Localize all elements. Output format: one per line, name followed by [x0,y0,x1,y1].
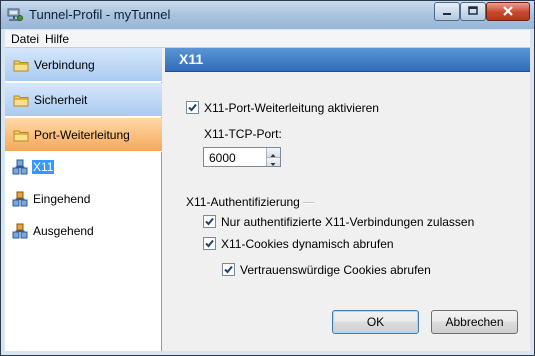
checkmark-icon [188,103,197,112]
dynamic-cookies-checkbox[interactable] [203,237,216,250]
port-stepper[interactable]: 6000 [203,147,281,167]
folder-icon [13,129,29,145]
close-button[interactable] [486,2,530,21]
network-plug-icon [12,159,28,178]
port-value[interactable]: 6000 [209,151,236,165]
chevron-down-icon [270,163,276,166]
enable-x11-forwarding-checkbox[interactable] [186,101,199,114]
network-drive-icon [7,7,23,23]
folder-icon [13,94,29,110]
sidebar-item-ausgehend[interactable]: Ausgehend [5,219,162,243]
auth-group-label: X11-Authentifizierung [186,195,303,209]
port-label: X11-TCP-Port: [204,127,282,141]
minimize-icon [443,13,451,15]
sidebar-item-eingehend[interactable]: Eingehend [5,187,162,211]
checkmark-icon [205,239,214,248]
only-authenticated-checkbox[interactable] [203,215,216,228]
window-title: Tunnel-Profil - myTunnel [29,7,171,22]
sidebar-item-label: Ausgehend [33,224,94,238]
trusted-cookies-label: Vertrauenswürdige Cookies abrufen [240,263,431,277]
menu-datei[interactable]: Datei [11,32,39,46]
panel-title: X11 [179,51,204,67]
folder-icon [13,59,29,75]
dialog-window: Tunnel-Profil - myTunnel Datei Hilfe Ver… [0,0,535,356]
sidebar-category-label: Port-Weiterleitung [34,128,130,142]
menu-hilfe[interactable]: Hilfe [45,32,69,46]
cancel-button[interactable]: Abbrechen [431,310,518,334]
increment-button[interactable] [266,148,280,157]
settings-panel: X11 X11-Port-Weiterleitung aktivieren X1… [165,48,530,351]
enable-x11-forwarding-label: X11-Port-Weiterleitung aktivieren [204,101,379,115]
sidebar-category-port-weiterleitung[interactable]: Port-Weiterleitung [5,118,162,152]
sidebar-item-label: X11 [32,160,55,174]
minimize-button[interactable] [434,2,460,21]
sidebar-item-x11[interactable]: X11 [5,155,162,179]
checkmark-icon [205,217,214,226]
dialog-client-area: Verbindung Sicherheit Port-Weiterleitung… [5,48,530,351]
sidebar-item-label: Eingehend [33,192,91,206]
only-authenticated-label: Nur authentifizierte X11-Verbindungen zu… [221,215,475,229]
sidebar-category-verbindung[interactable]: Verbindung [5,48,162,82]
decrement-button[interactable] [266,157,280,166]
ok-button[interactable]: OK [332,310,419,334]
network-plug-icon [12,191,28,210]
trusted-cookies-checkbox[interactable] [222,263,235,276]
checkmark-icon [224,265,233,274]
maximize-button[interactable] [460,2,486,21]
network-plug-icon [12,223,28,242]
sidebar-category-label: Verbindung [34,58,95,72]
close-icon [503,6,513,16]
menu-bar: Datei Hilfe [5,30,530,48]
title-bar[interactable]: Tunnel-Profil - myTunnel [1,1,534,29]
navigation-sidebar: Verbindung Sicherheit Port-Weiterleitung… [5,48,162,351]
sidebar-category-label: Sicherheit [34,93,88,107]
dynamic-cookies-label: X11-Cookies dynamisch abrufen [221,237,394,251]
maximize-icon [468,6,478,15]
panel-header: X11 [165,48,530,72]
sidebar-category-sicherheit[interactable]: Sicherheit [5,83,162,117]
